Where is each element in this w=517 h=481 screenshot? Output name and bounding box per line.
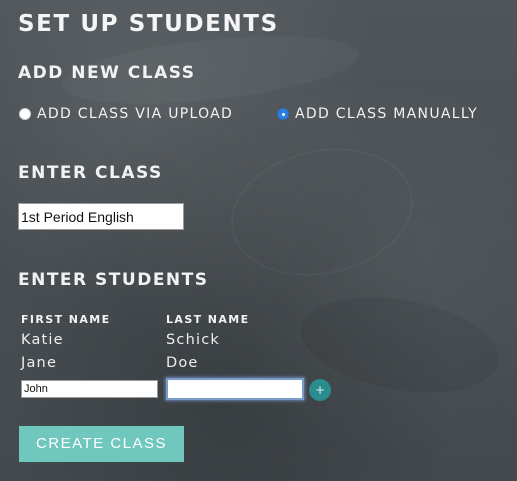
enter-students-heading: ENTER STUDENTS (18, 270, 209, 290)
enter-class-heading: ENTER CLASS (18, 163, 163, 183)
student-last-name: Schick (166, 332, 220, 348)
plus-icon: + (314, 383, 326, 397)
new-last-name-input[interactable] (166, 378, 304, 400)
student-last-name: Doe (166, 355, 199, 371)
page-title: SET UP STUDENTS (18, 11, 279, 37)
create-class-button[interactable]: CREATE CLASS (19, 426, 184, 462)
radio-upload[interactable] (19, 108, 31, 120)
class-name-input[interactable] (18, 203, 184, 230)
radio-manual[interactable] (277, 108, 289, 120)
radio-upload-label: ADD CLASS VIA UPLOAD (37, 106, 234, 122)
add-new-class-heading: ADD NEW CLASS (18, 63, 196, 83)
student-first-name: Katie (21, 332, 64, 348)
chalk-smudge (219, 132, 425, 292)
radio-manual-label: ADD CLASS MANUALLY (295, 106, 478, 122)
new-first-name-input[interactable] (21, 380, 158, 398)
first-name-column-header: FIRST NAME (21, 313, 111, 326)
last-name-column-header: LAST NAME (166, 313, 250, 326)
radio-option-upload[interactable]: ADD CLASS VIA UPLOAD (19, 106, 233, 122)
add-student-button[interactable]: + (309, 379, 331, 401)
student-first-name: Jane (21, 355, 58, 371)
radio-option-manual[interactable]: ADD CLASS MANUALLY (277, 106, 478, 122)
